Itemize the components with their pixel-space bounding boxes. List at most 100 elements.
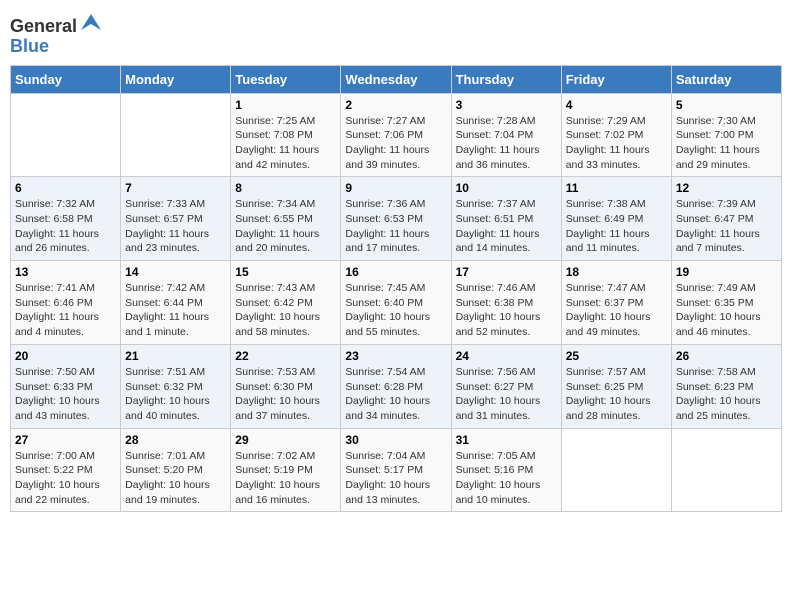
column-header-monday: Monday [121,65,231,93]
day-number: 21 [125,349,226,363]
calendar-body: 1 Sunrise: 7:25 AM Sunset: 7:08 PM Daylig… [11,93,782,512]
calendar-cell: 16 Sunrise: 7:45 AM Sunset: 6:40 PM Dayli… [341,261,451,345]
calendar-cell [561,428,671,512]
day-info: Sunrise: 7:27 AM Sunset: 7:06 PM Dayligh… [345,114,446,173]
calendar-cell: 14Sunrise: 7:42 AM Sunset: 6:44 PM Dayli… [121,261,231,345]
day-number: 29 [235,433,336,447]
day-number: 8 [235,181,336,195]
calendar-cell: 4 Sunrise: 7:29 AM Sunset: 7:02 PM Daylig… [561,93,671,177]
day-number: 16 [345,265,446,279]
day-info: Sunrise: 7:04 AM Sunset: 5:17 PM Dayligh… [345,449,446,508]
calendar-cell: 1 Sunrise: 7:25 AM Sunset: 7:08 PM Daylig… [231,93,341,177]
day-info: Sunrise: 7:39 AM Sunset: 6:47 PM Dayligh… [676,197,777,256]
day-number: 20 [15,349,116,363]
day-number: 3 [456,98,557,112]
day-number: 10 [456,181,557,195]
day-info: Sunrise: 7:00 AM Sunset: 5:22 PM Dayligh… [15,449,116,508]
day-number: 27 [15,433,116,447]
day-info: Sunrise: 7:34 AM Sunset: 6:55 PM Dayligh… [235,197,336,256]
column-header-wednesday: Wednesday [341,65,451,93]
calendar-cell: 29 Sunrise: 7:02 AM Sunset: 5:19 PM Dayli… [231,428,341,512]
logo-blue: Blue [10,36,49,56]
day-info: Sunrise: 7:38 AM Sunset: 6:49 PM Dayligh… [566,197,667,256]
day-info: Sunrise: 7:05 AM Sunset: 5:16 PM Dayligh… [456,449,557,508]
day-number: 26 [676,349,777,363]
day-info: Sunrise: 7:02 AM Sunset: 5:19 PM Dayligh… [235,449,336,508]
day-info: Sunrise: 7:25 AM Sunset: 7:08 PM Dayligh… [235,114,336,173]
day-info: Sunrise: 7:01 AM Sunset: 5:20 PM Dayligh… [125,449,226,508]
day-info: Sunrise: 7:45 AM Sunset: 6:40 PM Dayligh… [345,281,446,340]
day-number: 4 [566,98,667,112]
day-info: Sunrise: 7:33 AM Sunset: 6:57 PM Dayligh… [125,197,226,256]
day-number: 11 [566,181,667,195]
day-number: 31 [456,433,557,447]
calendar-cell: 10 Sunrise: 7:37 AM Sunset: 6:51 PM Dayli… [451,177,561,261]
day-info: Sunrise: 7:56 AM Sunset: 6:27 PM Dayligh… [456,365,557,424]
calendar-cell: 9Sunrise: 7:36 AM Sunset: 6:53 PM Daylig… [341,177,451,261]
calendar-cell: 18Sunrise: 7:47 AM Sunset: 6:37 PM Dayli… [561,261,671,345]
calendar-cell: 17Sunrise: 7:46 AM Sunset: 6:38 PM Dayli… [451,261,561,345]
calendar-cell [121,93,231,177]
day-info: Sunrise: 7:50 AM Sunset: 6:33 PM Dayligh… [15,365,116,424]
calendar-cell: 25 Sunrise: 7:57 AM Sunset: 6:25 PM Dayli… [561,344,671,428]
calendar-cell: 13 Sunrise: 7:41 AM Sunset: 6:46 PM Dayli… [11,261,121,345]
logo-arrow-icon [79,10,101,32]
day-info: Sunrise: 7:32 AM Sunset: 6:58 PM Dayligh… [15,197,116,256]
day-number: 1 [235,98,336,112]
column-header-thursday: Thursday [451,65,561,93]
calendar-cell: 31 Sunrise: 7:05 AM Sunset: 5:16 PM Dayli… [451,428,561,512]
week-row-5: 27 Sunrise: 7:00 AM Sunset: 5:22 PM Dayli… [11,428,782,512]
calendar-table: SundayMondayTuesdayWednesdayThursdayFrid… [10,65,782,513]
calendar-cell: 27 Sunrise: 7:00 AM Sunset: 5:22 PM Dayli… [11,428,121,512]
calendar-header-row: SundayMondayTuesdayWednesdayThursdayFrid… [11,65,782,93]
day-info: Sunrise: 7:57 AM Sunset: 6:25 PM Dayligh… [566,365,667,424]
day-info: Sunrise: 7:49 AM Sunset: 6:35 PM Dayligh… [676,281,777,340]
day-info: Sunrise: 7:29 AM Sunset: 7:02 PM Dayligh… [566,114,667,173]
calendar-cell: 23 Sunrise: 7:54 AM Sunset: 6:28 PM Dayli… [341,344,451,428]
day-number: 24 [456,349,557,363]
calendar-cell [11,93,121,177]
calendar-cell: 7 Sunrise: 7:33 AM Sunset: 6:57 PM Daylig… [121,177,231,261]
calendar-cell: 30 Sunrise: 7:04 AM Sunset: 5:17 PM Dayli… [341,428,451,512]
day-info: Sunrise: 7:36 AM Sunset: 6:53 PM Dayligh… [345,197,446,256]
day-number: 22 [235,349,336,363]
calendar-cell: 2 Sunrise: 7:27 AM Sunset: 7:06 PM Daylig… [341,93,451,177]
column-header-friday: Friday [561,65,671,93]
day-number: 18 [566,265,667,279]
day-number: 19 [676,265,777,279]
calendar-cell: 15 Sunrise: 7:43 AM Sunset: 6:42 PM Dayli… [231,261,341,345]
day-number: 5 [676,98,777,112]
day-number: 12 [676,181,777,195]
calendar-cell: 24 Sunrise: 7:56 AM Sunset: 6:27 PM Dayli… [451,344,561,428]
day-number: 14 [125,265,226,279]
logo-general: General [10,16,77,36]
day-number: 13 [15,265,116,279]
week-row-4: 20 Sunrise: 7:50 AM Sunset: 6:33 PM Dayli… [11,344,782,428]
day-number: 30 [345,433,446,447]
week-row-3: 13 Sunrise: 7:41 AM Sunset: 6:46 PM Dayli… [11,261,782,345]
day-info: Sunrise: 7:43 AM Sunset: 6:42 PM Dayligh… [235,281,336,340]
day-number: 7 [125,181,226,195]
day-number: 6 [15,181,116,195]
column-header-sunday: Sunday [11,65,121,93]
day-number: 25 [566,349,667,363]
day-number: 28 [125,433,226,447]
calendar-cell: 20 Sunrise: 7:50 AM Sunset: 6:33 PM Dayli… [11,344,121,428]
page-header: General Blue [10,10,782,57]
day-info: Sunrise: 7:54 AM Sunset: 6:28 PM Dayligh… [345,365,446,424]
day-info: Sunrise: 7:41 AM Sunset: 6:46 PM Dayligh… [15,281,116,340]
day-info: Sunrise: 7:37 AM Sunset: 6:51 PM Dayligh… [456,197,557,256]
day-number: 17 [456,265,557,279]
calendar-cell: 12 Sunrise: 7:39 AM Sunset: 6:47 PM Dayli… [671,177,781,261]
calendar-cell [671,428,781,512]
day-number: 23 [345,349,446,363]
calendar-cell: 3 Sunrise: 7:28 AM Sunset: 7:04 PM Daylig… [451,93,561,177]
day-info: Sunrise: 7:28 AM Sunset: 7:04 PM Dayligh… [456,114,557,173]
day-number: 15 [235,265,336,279]
day-number: 2 [345,98,446,112]
column-header-saturday: Saturday [671,65,781,93]
calendar-cell: 5Sunrise: 7:30 AM Sunset: 7:00 PM Daylig… [671,93,781,177]
day-info: Sunrise: 7:58 AM Sunset: 6:23 PM Dayligh… [676,365,777,424]
calendar-cell: 6 Sunrise: 7:32 AM Sunset: 6:58 PM Daylig… [11,177,121,261]
calendar-cell: 11 Sunrise: 7:38 AM Sunset: 6:49 PM Dayli… [561,177,671,261]
